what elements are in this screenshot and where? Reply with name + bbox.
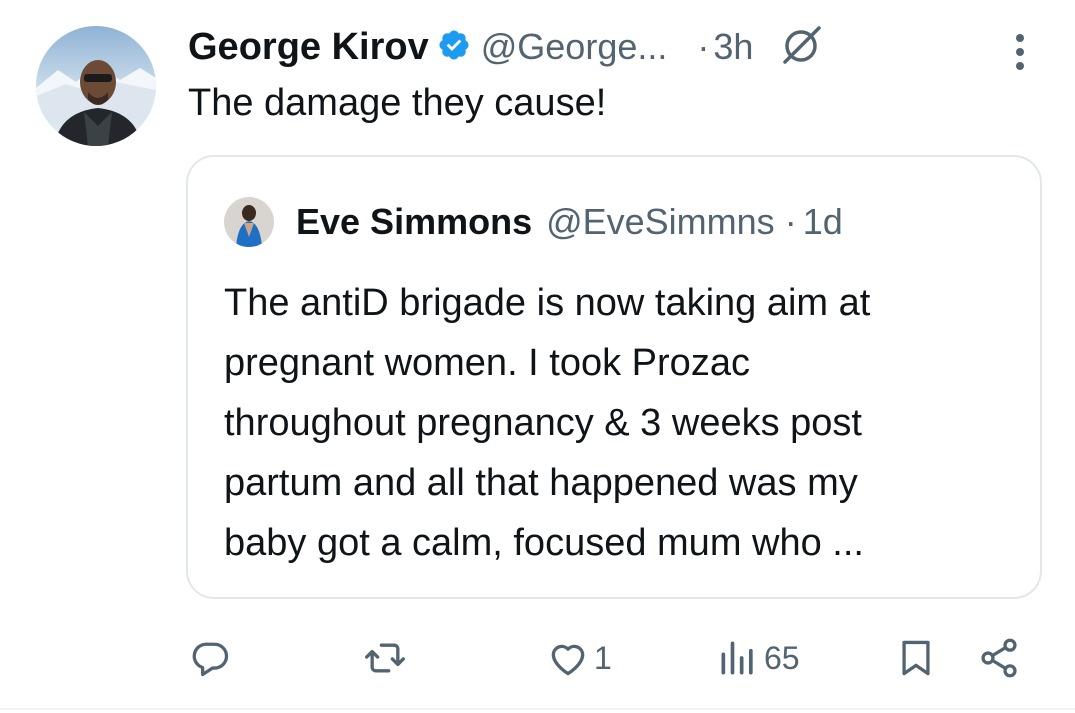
author-avatar[interactable] <box>36 26 156 146</box>
like-button[interactable]: 1 <box>546 630 612 686</box>
quoted-text-line: partum and all that happened was my <box>224 462 858 504</box>
reply-button[interactable] <box>188 630 236 686</box>
quoted-text-line: baby got a calm, focused mum who ... <box>224 522 864 564</box>
repost-icon <box>362 636 408 680</box>
views-count: 65 <box>764 639 800 676</box>
verified-badge-icon <box>429 28 481 67</box>
views-button[interactable]: 65 <box>716 630 800 686</box>
author-handle[interactable]: @George... <box>481 26 668 68</box>
quoted-author-name[interactable]: Eve Simmons <box>296 201 532 243</box>
more-vertical-icon[interactable] <box>1010 32 1030 72</box>
bookmark-icon <box>894 636 938 680</box>
quoted-text: The antiD brigade is now taking aim at p… <box>224 273 1024 573</box>
share-icon <box>976 636 1022 680</box>
grok-icon[interactable] <box>753 22 825 73</box>
quoted-text-line: throughout pregnancy & 3 weeks post <box>224 402 862 444</box>
like-count: 1 <box>594 639 612 676</box>
action-bar: 1 65 <box>0 630 1075 690</box>
separator-dot: · <box>697 26 710 67</box>
reply-icon <box>188 636 232 680</box>
post-time[interactable]: 3h <box>713 26 753 68</box>
quoted-text-line: pregnant women. I took Prozac <box>224 342 750 384</box>
quoted-author-avatar[interactable] <box>224 197 274 247</box>
tweet[interactable]: George Kirov @George... · 3h The damage … <box>0 0 1075 713</box>
heart-icon <box>546 636 590 680</box>
author-name[interactable]: George Kirov <box>188 26 429 69</box>
post-text: The damage they cause! <box>188 82 607 124</box>
separator-dot: · <box>784 201 797 242</box>
quoted-author-handle[interactable]: @EveSimmns <box>546 201 775 243</box>
repost-button[interactable] <box>362 630 412 686</box>
share-button[interactable] <box>976 630 1022 686</box>
divider <box>0 708 1075 710</box>
quoted-text-line: The antiD brigade is now taking aim at <box>224 282 871 324</box>
quoted-time[interactable]: 1d <box>803 201 843 243</box>
quoted-tweet[interactable]: Eve Simmons @EveSimmns · 1d The antiD br… <box>186 155 1042 599</box>
views-icon <box>716 636 760 680</box>
bookmark-button[interactable] <box>894 630 938 686</box>
quoted-header: Eve Simmons @EveSimmns · 1d <box>296 197 843 247</box>
post-header: George Kirov @George... · 3h <box>188 22 825 72</box>
